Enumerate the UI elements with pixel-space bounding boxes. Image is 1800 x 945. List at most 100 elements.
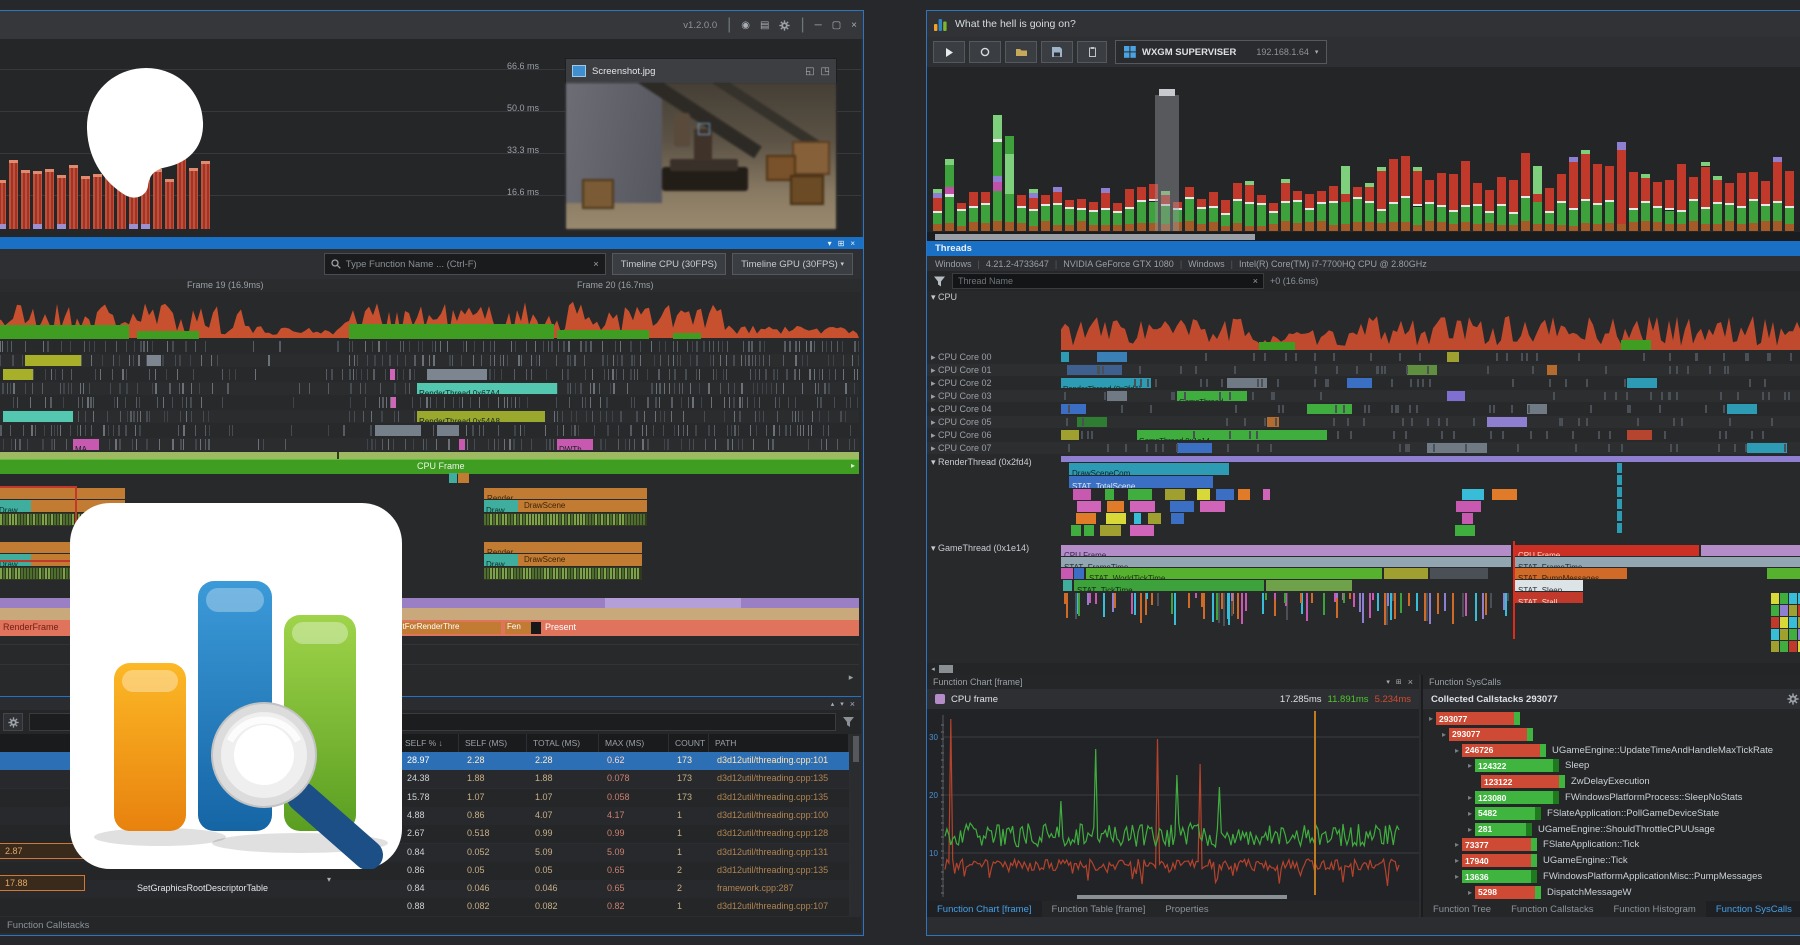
tree-row[interactable]: ▸13636FWindowsPlatformApplicationMisc::P… [1423,869,1800,884]
frame-bar[interactable] [945,159,954,231]
expand-arrow-icon[interactable]: ▸ [1468,793,1472,802]
frame-bar[interactable] [1557,174,1566,231]
nested-block[interactable] [1462,489,1484,500]
frame-bar[interactable] [1737,173,1746,231]
frame-bar[interactable] [1617,142,1626,231]
nested-block[interactable] [1106,513,1126,524]
frame-bar[interactable] [1137,187,1146,231]
render-sub-block[interactable]: DrawDrawScene [484,554,642,566]
bug-report-icon[interactable]: ◉ [741,20,750,31]
timeline-block[interactable] [1747,443,1787,453]
tree-row[interactable]: ▸293077 [1423,727,1800,742]
frame-bar[interactable] [1125,189,1134,231]
timeline-block[interactable] [1097,352,1127,362]
frame-bar[interactable] [1641,174,1650,231]
selected-frame-marker[interactable] [1155,95,1179,231]
pane-close-icon[interactable]: × [1408,677,1413,687]
world-tick-block[interactable]: STAT_WorldTickTime [1086,568,1382,579]
nested-block[interactable] [1130,501,1155,512]
frame-bar[interactable] [1401,156,1410,231]
timeline-block[interactable] [1347,378,1372,388]
frame-bar[interactable] [1629,172,1638,231]
callstack-bar[interactable]: 246726 [1462,744,1546,757]
tree-row[interactable]: ▸246726UGameEngine::UpdateTimeAndHandleM… [1423,743,1800,758]
frame-bar[interactable] [1281,179,1290,231]
settings-gear-icon[interactable] [779,20,790,31]
nested-block[interactable] [1105,489,1114,500]
draw-block[interactable]: Draw [484,500,518,512]
frame-bar[interactable] [969,192,978,231]
expand-arrow-icon[interactable]: ▸ [1468,809,1472,818]
column-header[interactable]: MAX (MS) [599,734,669,752]
nested-block[interactable] [1128,489,1152,500]
callstack-bar[interactable]: 13636 [1462,870,1537,883]
tree-row[interactable]: 123122ZwDelayExecution [1423,774,1800,789]
frame-bar[interactable] [1029,189,1038,231]
cpu-frame-band-red[interactable]: CPU Frame [1515,545,1699,556]
tab-function-chart-frame-[interactable]: Function Chart [frame] [927,901,1042,917]
table-row[interactable]: SetGraphicsRootDescriptorTable0.840.0460… [0,880,849,898]
timeline-block[interactable] [1447,391,1465,401]
timeline-block[interactable] [1177,443,1212,453]
nested-block[interactable] [1073,489,1091,500]
frame-bar[interactable] [993,115,1002,231]
tree-row[interactable]: ▸281UGameEngine::ShouldThrottleCPUUsage [1423,822,1800,837]
frame-bar[interactable] [1761,181,1770,231]
nested-block[interactable] [1071,525,1081,536]
callstack-bar[interactable]: 293077 [1449,728,1533,741]
tree-chip[interactable]: 17.88 [0,875,85,891]
core-row-label[interactable]: ▸ CPU Core 05 [931,417,992,428]
nested-block[interactable] [1100,525,1121,536]
timeline-block[interactable] [3,369,33,380]
dock-arrow-icon[interactable]: ▾ [828,239,832,248]
timeline-block[interactable] [1061,404,1086,414]
clear-search-icon[interactable]: × [593,259,599,270]
callstack-bar[interactable]: 123080 [1475,791,1559,804]
core-row-label[interactable]: ▸ CPU Core 06 [931,430,992,441]
frame-scale-strip[interactable] [0,452,859,459]
draw-block[interactable]: Draw [484,554,518,566]
stat-block[interactable] [1266,580,1352,591]
sleep-block[interactable]: STAT_Sleep [1515,580,1583,591]
table-row[interactable]: 0.880.0820.0820.821d3d12util/threading.c… [0,898,849,916]
frame-bar[interactable] [1449,174,1458,231]
frame-bar[interactable] [9,160,18,229]
render-thread-label[interactable]: ▾ RenderThread (0x2fd4) [931,457,1032,468]
threads-dock-caption[interactable]: ▾ ⊞ × [0,237,863,249]
timeline-block[interactable] [1407,365,1437,375]
frame-bar[interactable] [1197,199,1206,231]
timeline-block[interactable] [1107,391,1127,401]
close-button[interactable]: × [851,20,857,31]
frame-pane-scrollbar[interactable] [927,232,1800,241]
frame-bar[interactable] [1293,191,1302,231]
frame-bar[interactable] [1605,166,1614,231]
tree-row[interactable]: ▸73377FSlateApplication::Tick [1423,837,1800,852]
play-capture-button[interactable] [933,41,965,63]
timeline-block[interactable] [1547,365,1557,375]
scroll-left-icon[interactable]: ◂ [927,665,939,673]
nested-block[interactable] [1165,489,1185,500]
nested-block[interactable] [1263,489,1270,500]
frame-bar[interactable] [1533,166,1542,231]
frame-bar[interactable] [1065,200,1074,231]
tick-time-block[interactable]: STAT_TickTime [1074,580,1264,591]
cpu-frame-band[interactable] [1701,545,1800,556]
frame-bar[interactable] [1005,136,1014,231]
timeline-block[interactable] [147,355,161,366]
nested-block[interactable] [1238,489,1250,500]
frame-bar[interactable] [1377,167,1386,231]
timeline-cpu-button[interactable]: Timeline CPU (30FPS) [612,253,726,275]
frame-bar[interactable] [1473,183,1482,231]
nested-block[interactable] [1134,513,1141,524]
timeline-block[interactable] [375,425,421,436]
stat-chip[interactable] [1063,580,1072,591]
frame-bar[interactable] [1569,157,1578,231]
frame-bar[interactable] [1545,188,1554,231]
nested-block[interactable] [1492,489,1517,500]
nested-block[interactable] [1455,525,1475,536]
stat-chip[interactable] [1074,568,1084,579]
frame-bar[interactable] [1485,190,1494,231]
pane-down-icon[interactable]: ▾ [840,700,844,708]
frame-bar[interactable] [1257,195,1266,231]
nested-block[interactable] [1456,501,1481,512]
